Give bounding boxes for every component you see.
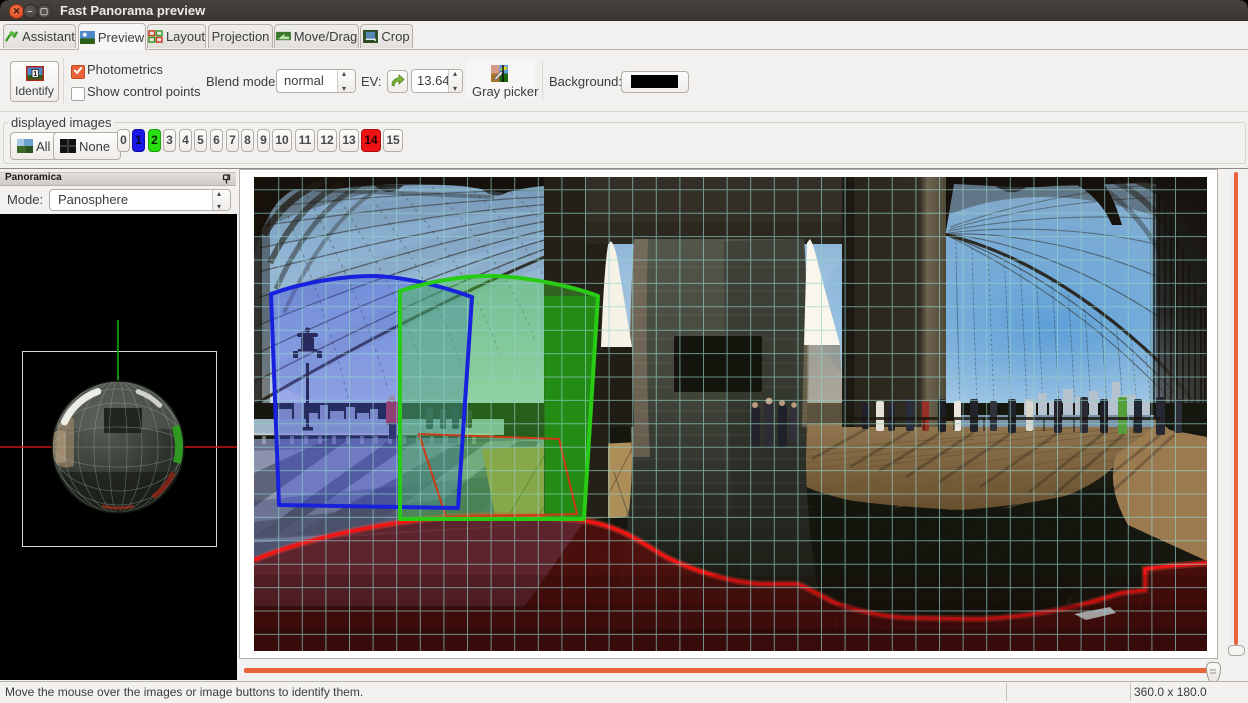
- svg-text:1: 1: [33, 71, 37, 78]
